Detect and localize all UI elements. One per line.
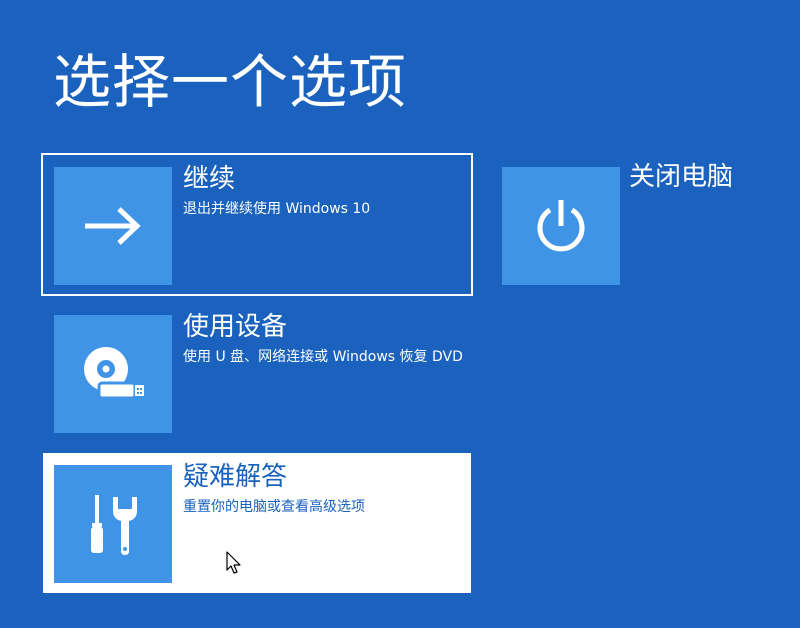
continue-description: 退出并继续使用 Windows 10: [183, 201, 371, 217]
use-device-tile: [54, 315, 172, 433]
use-device-description: 使用 U 盘、网络连接或 Windows 恢复 DVD: [183, 349, 463, 365]
continue-option[interactable]: 继续 退出并继续使用 Windows 10: [41, 153, 473, 296]
shutdown-option[interactable]: 关闭电脑: [491, 155, 761, 295]
troubleshoot-tile: [54, 465, 172, 583]
troubleshoot-option[interactable]: 疑难解答 重置你的电脑或查看高级选项: [43, 453, 471, 593]
mouse-cursor-icon: [226, 551, 241, 574]
continue-title: 继续: [183, 164, 236, 194]
shutdown-tile: [502, 167, 620, 285]
shutdown-title: 关闭电脑: [629, 162, 734, 192]
continue-tile: [54, 167, 172, 285]
arrow-right-icon: [85, 207, 141, 245]
use-device-option[interactable]: 使用设备 使用 U 盘、网络连接或 Windows 恢复 DVD: [43, 303, 473, 443]
power-icon: [537, 200, 585, 252]
page-title: 选择一个选项: [53, 48, 408, 116]
tools-icon: [91, 495, 137, 555]
troubleshoot-title: 疑难解答: [183, 462, 288, 492]
troubleshoot-description: 重置你的电脑或查看高级选项: [183, 499, 365, 515]
use-device-title: 使用设备: [183, 312, 288, 342]
disc-usb-icon: [84, 347, 144, 400]
